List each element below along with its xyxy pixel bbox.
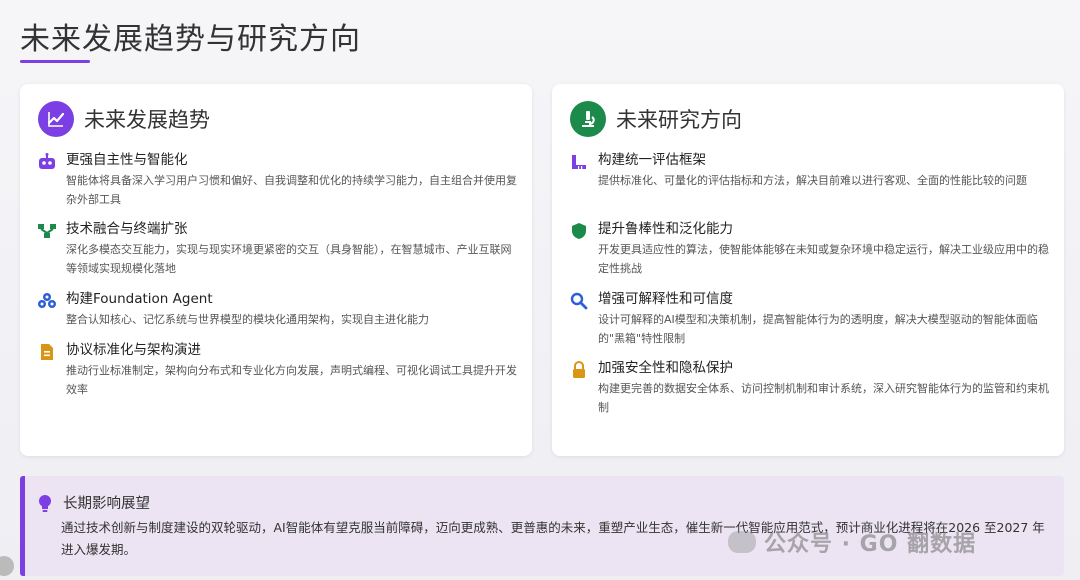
trending-chart-icon	[38, 101, 74, 137]
shield-icon	[568, 220, 590, 242]
research-item-desc: 设计可解释的AI模型和决策机制，提高智能体行为的透明度，解决大模型驱动的智能体面…	[598, 313, 1038, 345]
research-card-title: 未来研究方向	[616, 108, 742, 132]
trend-item: 更强自主性与智能化 智能体将具备深入学习用户习惯和偏好、自我调整和优化的持续学习…	[36, 150, 518, 209]
robot-icon	[36, 151, 58, 173]
trend-item-title: 技术融合与终端扩张	[66, 221, 188, 237]
research-item-title: 加强安全性和隐私保护	[598, 360, 733, 376]
trend-item: 技术融合与终端扩张 深化多模态交互能力，实现与现实环境更紧密的交互（具身智能），…	[36, 219, 518, 278]
watermark: 公众号 · GO 翻数据	[728, 526, 976, 558]
page-title: 未来发展趋势与研究方向	[20, 22, 361, 57]
trend-item-desc: 推动行业标准制定，架构向分布式和专业化方向发展，声明式编程、可视化调试工具提升开…	[66, 364, 517, 396]
trend-item-title: 构建Foundation Agent	[66, 291, 213, 307]
research-card: 未来研究方向 构建统一评估框架 提供标准化、可量化的评估指标和方法，解决目前难以…	[552, 84, 1064, 456]
cubes-icon	[36, 290, 58, 312]
scroll-indicator[interactable]	[0, 556, 14, 576]
research-item-title: 增强可解释性和可信度	[598, 291, 733, 307]
lightbulb-icon	[37, 494, 53, 518]
research-item: 加强安全性和隐私保护 构建更完善的数据安全体系、访问控制机制和审计系统，深入研究…	[568, 358, 1050, 417]
ruler-icon	[568, 151, 590, 173]
trend-item-title: 更强自主性与智能化	[66, 152, 188, 168]
wechat-icon	[728, 531, 756, 553]
research-item: 构建统一评估框架 提供标准化、可量化的评估指标和方法，解决目前难以进行客观、全面…	[568, 150, 1050, 190]
trends-card: 未来发展趋势 更强自主性与智能化 智能体将具备深入学习用户习惯和偏好、自我调整和…	[20, 84, 532, 456]
research-item: 提升鲁棒性和泛化能力 开发更具适应性的算法，使智能体能够在未知或复杂环境中稳定运…	[568, 219, 1050, 278]
research-item-desc: 构建更完善的数据安全体系、访问控制机制和审计系统，深入研究智能体行为的监管和约束…	[598, 382, 1049, 414]
trends-card-title: 未来发展趋势	[84, 108, 210, 132]
title-underline	[20, 60, 90, 63]
lock-icon	[568, 359, 590, 381]
microscope-icon	[570, 101, 606, 137]
trend-item: 构建Foundation Agent 整合认知核心、记忆系统与世界模型的模块化通…	[36, 289, 518, 329]
research-item-title: 提升鲁棒性和泛化能力	[598, 221, 733, 237]
trends-card-header: 未来发展趋势	[38, 101, 210, 137]
trend-item-desc: 智能体将具备深入学习用户习惯和偏好、自我调整和优化的持续学习能力，自主组合并使用…	[66, 174, 517, 206]
research-card-header: 未来研究方向	[570, 101, 742, 137]
research-item-desc: 提供标准化、可量化的评估指标和方法，解决目前难以进行客观、全面的性能比较的问题	[598, 174, 1027, 187]
network-icon	[36, 220, 58, 242]
research-item: 增强可解释性和可信度 设计可解释的AI模型和决策机制，提高智能体行为的透明度，解…	[568, 289, 1050, 348]
research-item-title: 构建统一评估框架	[598, 152, 706, 168]
trend-item: 协议标准化与架构演进 推动行业标准制定，架构向分布式和专业化方向发展，声明式编程…	[36, 340, 518, 399]
search-icon	[568, 290, 590, 312]
banner-title: 长期影响展望	[63, 496, 150, 512]
trend-item-desc: 整合认知核心、记忆系统与世界模型的模块化通用架构，实现自主进化能力	[66, 313, 429, 326]
research-item-desc: 开发更具适应性的算法，使智能体能够在未知或复杂环境中稳定运行，解决工业级应用中的…	[598, 243, 1049, 275]
trend-item-title: 协议标准化与架构演进	[66, 342, 201, 358]
trend-item-desc: 深化多模态交互能力，实现与现实环境更紧密的交互（具身智能），在智慧城市、产业互联…	[66, 243, 512, 275]
document-icon	[36, 341, 58, 363]
watermark-text: 公众号 · GO 翻数据	[764, 532, 977, 557]
